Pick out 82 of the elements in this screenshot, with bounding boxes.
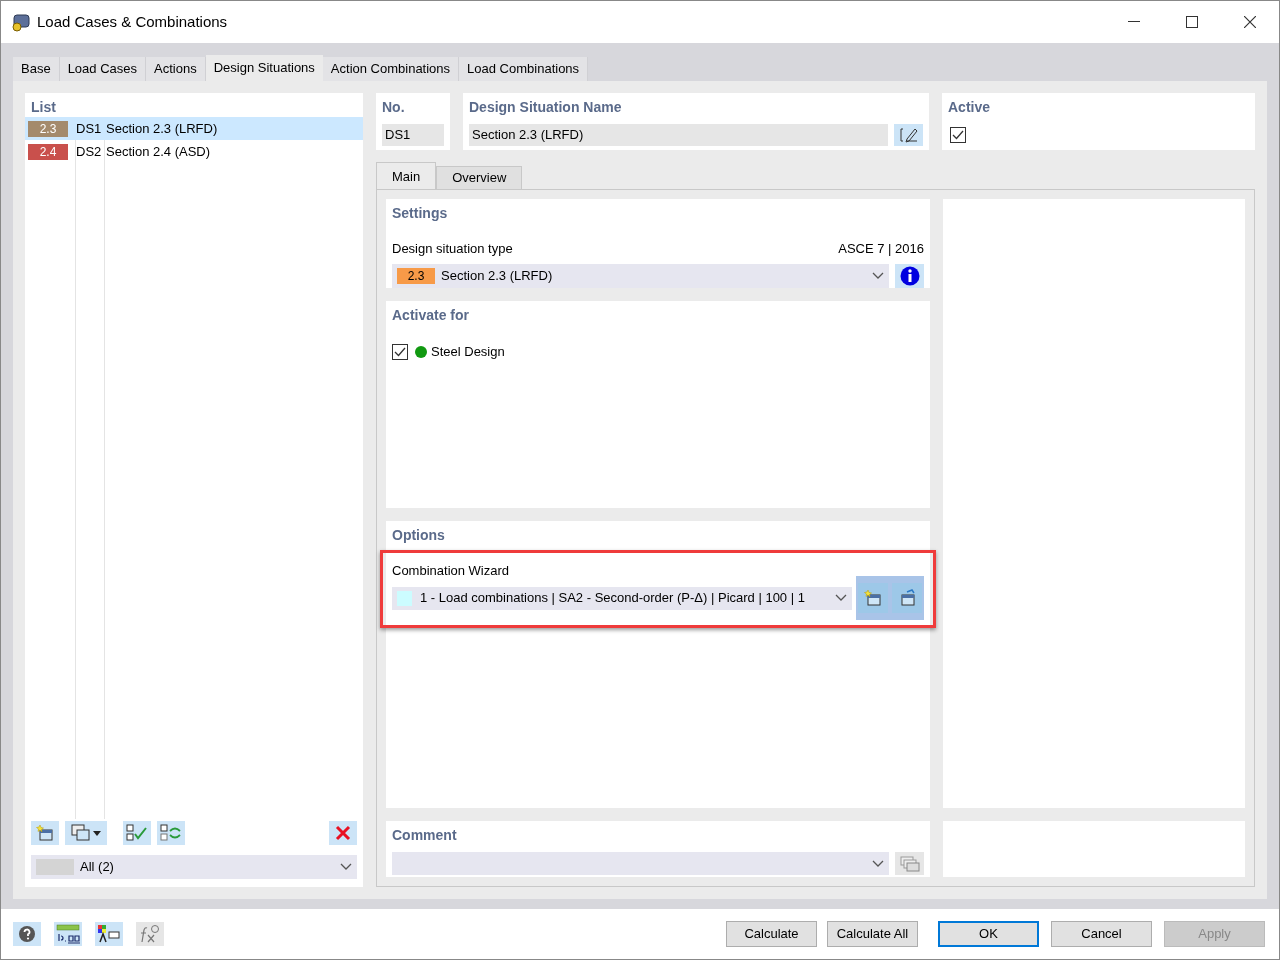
color-tag: 2.4 — [28, 143, 68, 160]
toggle-check-button[interactable] — [157, 821, 185, 845]
comment-field[interactable] — [392, 852, 889, 875]
help-button[interactable] — [13, 922, 41, 946]
info-button[interactable] — [895, 263, 924, 288]
info-icon — [899, 265, 920, 286]
color-tag: 2.3 — [28, 120, 68, 137]
wizard-value: 1 - Load combinations | SA2 - Second-order (P-Δ) | Picard | 100 | 1 — [420, 589, 805, 608]
dialog-button[interactable]: Calculate All — [827, 921, 918, 947]
new-window-icon — [864, 588, 882, 607]
chevron-down-icon — [872, 271, 884, 280]
section-title: Activate for — [392, 306, 471, 325]
windows-icon — [71, 824, 91, 842]
check-all-button[interactable] — [123, 821, 151, 845]
color-swatch — [36, 859, 74, 875]
tab[interactable]: Load Combinations — [459, 57, 589, 81]
list-item-name: Section 2.4 (ASD) — [106, 142, 211, 161]
window-title: Load Cases & Combinations — [37, 11, 228, 32]
module-label: Steel Design — [431, 343, 505, 361]
help-icon — [18, 925, 36, 943]
list-item[interactable]: 2.4 DS2 Section 2.4 (ASD) — [25, 140, 363, 163]
type-dropdown[interactable]: 2.3 Section 2.3 (LRFD) — [392, 263, 889, 288]
new-wizard-button[interactable] — [858, 582, 888, 613]
name-field[interactable]: Section 2.3 (LRFD) — [469, 124, 888, 146]
type-value: Section 2.3 (LRFD) — [441, 266, 553, 285]
section-title: Settings — [392, 204, 449, 223]
tab[interactable]: Action Combinations — [322, 57, 460, 81]
close-icon — [1244, 16, 1256, 28]
section-title: Active — [948, 98, 992, 117]
app-icon — [11, 12, 31, 32]
edit-window-icon — [898, 588, 916, 607]
edit-button[interactable] — [894, 124, 923, 146]
chevron-down-icon — [835, 594, 847, 602]
filter-value: All (2) — [80, 858, 114, 877]
close-icon — [335, 825, 351, 841]
formula-button[interactable] — [136, 922, 164, 946]
new-item-button[interactable] — [31, 821, 59, 845]
section-title: Options — [392, 526, 446, 545]
field-label: Combination Wizard — [392, 562, 510, 580]
section-title: Design Situation Name — [469, 98, 623, 117]
maximize-icon — [1186, 16, 1198, 28]
tab[interactable]: Design Situations — [205, 55, 323, 81]
checkbox[interactable] — [392, 343, 408, 360]
list-item-id: DS1 — [76, 119, 103, 138]
checkmarks-icon — [126, 824, 148, 842]
chevron-down-icon — [872, 859, 884, 868]
list-item-id: DS2 — [76, 142, 103, 161]
tab[interactable]: Base — [13, 57, 60, 81]
list-item[interactable]: 2.3 DS1 Section 2.3 (LRFD) — [25, 117, 363, 140]
tab[interactable]: Actions — [146, 57, 206, 81]
edit-wizard-button[interactable] — [892, 582, 922, 613]
dialog-button[interactable]: Cancel — [1051, 921, 1152, 947]
copy-button[interactable] — [65, 821, 107, 845]
units-button[interactable] — [54, 922, 82, 946]
list-item-name: Section 2.3 (LRFD) — [106, 119, 218, 138]
dialog-button[interactable]: OK — [938, 921, 1039, 947]
windows-icon — [899, 855, 920, 872]
standard-label: ASCE 7 | 2016 — [838, 240, 924, 258]
display-button[interactable] — [95, 922, 123, 946]
tab[interactable]: Overview — [436, 166, 523, 190]
dialog-button[interactable]: Calculate — [726, 921, 817, 947]
swap-checks-icon — [160, 824, 182, 842]
field-label: Design situation type — [392, 240, 513, 258]
delete-button[interactable] — [329, 821, 357, 845]
number-field[interactable]: DS1 — [382, 124, 444, 146]
caret-icon — [93, 830, 101, 836]
color-tag: 2.3 — [397, 267, 435, 284]
tab[interactable]: Load Cases — [59, 57, 147, 81]
pencil-icon — [898, 127, 919, 143]
section-title: Comment — [392, 826, 458, 845]
wizard-dropdown[interactable]: 1 - Load combinations | SA2 - Second-order (P-Δ) | Picard | 100 | 1 — [392, 586, 852, 610]
section-title: List — [31, 98, 57, 117]
chevron-down-icon — [340, 863, 352, 871]
section-title: No. — [382, 98, 406, 117]
decimal-ruler-icon — [56, 924, 80, 944]
new-window-icon — [36, 824, 54, 842]
minimize-icon — [1128, 21, 1140, 23]
tab[interactable]: Main — [376, 162, 437, 190]
checkbox[interactable] — [950, 127, 966, 143]
filter-dropdown[interactable]: All (2) — [31, 855, 357, 879]
function-icon — [139, 924, 161, 944]
colored-squares-icon — [97, 924, 121, 944]
